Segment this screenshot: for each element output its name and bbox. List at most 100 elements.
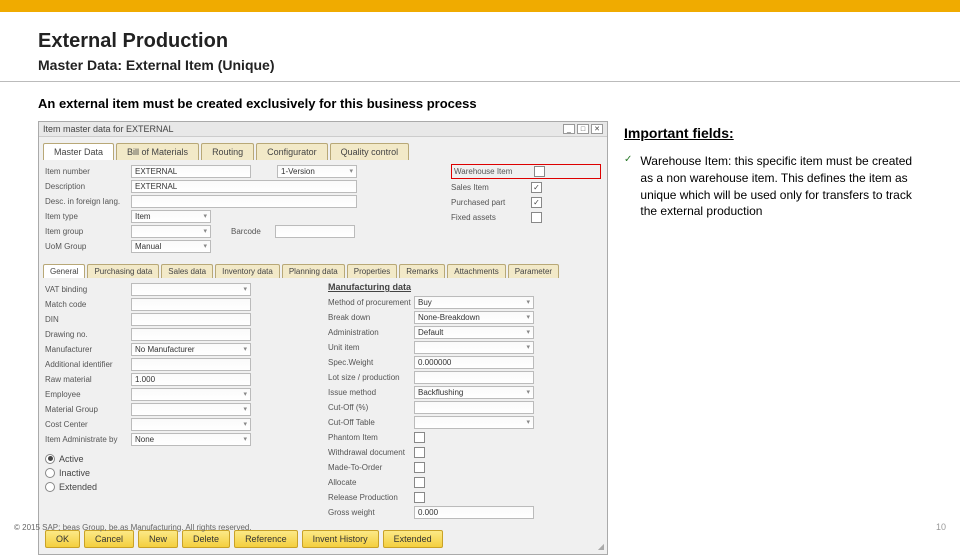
label-extended: Extended — [59, 482, 97, 492]
item-group-combo[interactable] — [131, 225, 211, 238]
vat-combo[interactable] — [131, 283, 251, 296]
label-breakdown: Break down — [328, 313, 414, 322]
tab-configurator[interactable]: Configurator — [256, 143, 328, 160]
subtab-attachments[interactable]: Attachments — [447, 264, 505, 278]
manufacturer-combo[interactable]: No Manufacturer — [131, 343, 251, 356]
label-mto: Made-To-Order — [328, 463, 414, 472]
label-matgroup: Material Group — [45, 405, 131, 414]
page-subtitle: Master Data: External Item (Unique) — [38, 57, 922, 73]
maximize-button[interactable]: □ — [577, 124, 589, 134]
label-fixed-assets: Fixed assets — [451, 213, 531, 222]
notes-panel: Important fields: ✓ Warehouse Item: this… — [624, 121, 922, 555]
unititem-combo[interactable] — [414, 341, 534, 354]
desc-foreign-input[interactable] — [131, 195, 357, 208]
mto-checkbox[interactable] — [414, 462, 425, 473]
label-allocate: Allocate — [328, 478, 414, 487]
label-costcenter: Cost Center — [45, 420, 131, 429]
issuemethod-combo[interactable]: Backflushing — [414, 386, 534, 399]
label-phantom: Phantom Item — [328, 433, 414, 442]
label-cutofftable: Cut-Off Table — [328, 418, 414, 427]
page-number: 10 — [936, 522, 946, 532]
costcenter-combo[interactable] — [131, 418, 251, 431]
label-specweight: Spec.Weight — [328, 358, 414, 367]
label-inactive: Inactive — [59, 468, 90, 478]
withdrawal-checkbox[interactable] — [414, 447, 425, 458]
procurement-combo[interactable]: Buy — [414, 296, 534, 309]
sales-item-checkbox[interactable] — [531, 182, 542, 193]
warehouse-item-checkbox[interactable] — [534, 166, 545, 177]
manufacturing-title: Manufacturing data — [328, 282, 601, 292]
notes-heading: Important fields: — [624, 125, 922, 141]
label-warehouse-item: Warehouse Item — [454, 167, 534, 176]
drawing-input[interactable] — [131, 328, 251, 341]
label-item-group: Item group — [45, 227, 131, 236]
copyright: © 2015 SAP; beas Group, be.as Manufactur… — [14, 523, 252, 532]
matgroup-combo[interactable] — [131, 403, 251, 416]
allocate-checkbox[interactable] — [414, 477, 425, 488]
label-item-number: Item number — [45, 167, 131, 176]
warehouse-item-row: Warehouse Item — [451, 164, 601, 179]
employee-combo[interactable] — [131, 388, 251, 401]
addid-input[interactable] — [131, 358, 251, 371]
subtab-planning[interactable]: Planning data — [282, 264, 345, 278]
item-type-combo[interactable]: Item — [131, 210, 211, 223]
admin-combo[interactable]: Default — [414, 326, 534, 339]
subtab-remarks[interactable]: Remarks — [399, 264, 445, 278]
description-input[interactable]: EXTERNAL — [131, 180, 357, 193]
label-manufacturer: Manufacturer — [45, 345, 131, 354]
breakdown-combo[interactable]: None-Breakdown — [414, 311, 534, 324]
subtab-parameter[interactable]: Parameter — [508, 264, 559, 278]
label-itemadmin: Item Administrate by — [45, 435, 131, 444]
radio-extended[interactable] — [45, 482, 55, 492]
raw-input[interactable]: 1.000 — [131, 373, 251, 386]
subtab-properties[interactable]: Properties — [347, 264, 397, 278]
subtab-inventory[interactable]: Inventory data — [215, 264, 280, 278]
label-issuemethod: Issue method — [328, 388, 414, 397]
tab-master-data[interactable]: Master Data — [43, 143, 114, 160]
version-combo[interactable]: 1-Version — [277, 165, 357, 178]
matchcode-input[interactable] — [131, 298, 251, 311]
minimize-button[interactable]: _ — [563, 124, 575, 134]
cutoffpct-input[interactable] — [414, 401, 534, 414]
din-input[interactable] — [131, 313, 251, 326]
label-unititem: Unit item — [328, 343, 414, 352]
subtab-general[interactable]: General — [43, 264, 85, 278]
itemadmin-combo[interactable]: None — [131, 433, 251, 446]
header: External Production Master Data: Externa… — [0, 12, 960, 82]
specweight-input[interactable]: 0.000000 — [414, 356, 534, 369]
check-icon: ✓ — [624, 153, 632, 220]
fixed-assets-checkbox[interactable] — [531, 212, 542, 223]
radio-inactive[interactable] — [45, 468, 55, 478]
label-employee: Employee — [45, 390, 131, 399]
window-title: Item master data for EXTERNAL — [43, 124, 174, 134]
close-button[interactable]: ✕ — [591, 124, 603, 134]
label-admin: Administration — [328, 328, 414, 337]
label-uom-group: UoM Group — [45, 242, 131, 251]
label-sales-item: Sales Item — [451, 183, 531, 192]
label-barcode: Barcode — [231, 227, 275, 236]
label-raw: Raw material — [45, 375, 131, 384]
subtabs: General Purchasing data Sales data Inven… — [39, 258, 607, 278]
tab-bom[interactable]: Bill of Materials — [116, 143, 199, 160]
subtab-purchasing[interactable]: Purchasing data — [87, 264, 159, 278]
release-checkbox[interactable] — [414, 492, 425, 503]
intro-text: An external item must be created exclusi… — [0, 82, 960, 121]
purchased-part-checkbox[interactable] — [531, 197, 542, 208]
label-release: Release Production — [328, 493, 414, 502]
uom-group-combo[interactable]: Manual — [131, 240, 211, 253]
bullet-text: Warehouse Item: this specific item must … — [640, 153, 922, 220]
tab-quality[interactable]: Quality control — [330, 143, 410, 160]
item-number-input[interactable]: EXTERNAL — [131, 165, 251, 178]
cutofftable-combo[interactable] — [414, 416, 534, 429]
resize-grip-icon[interactable]: ◢ — [598, 542, 604, 551]
label-description: Description — [45, 182, 131, 191]
label-item-type: Item type — [45, 212, 131, 221]
label-vat: VAT binding — [45, 285, 131, 294]
barcode-input[interactable] — [275, 225, 355, 238]
radio-active[interactable] — [45, 454, 55, 464]
lotsize-input[interactable] — [414, 371, 534, 384]
subtab-sales[interactable]: Sales data — [161, 264, 213, 278]
label-addid: Additional identifier — [45, 360, 131, 369]
tab-routing[interactable]: Routing — [201, 143, 254, 160]
phantom-checkbox[interactable] — [414, 432, 425, 443]
